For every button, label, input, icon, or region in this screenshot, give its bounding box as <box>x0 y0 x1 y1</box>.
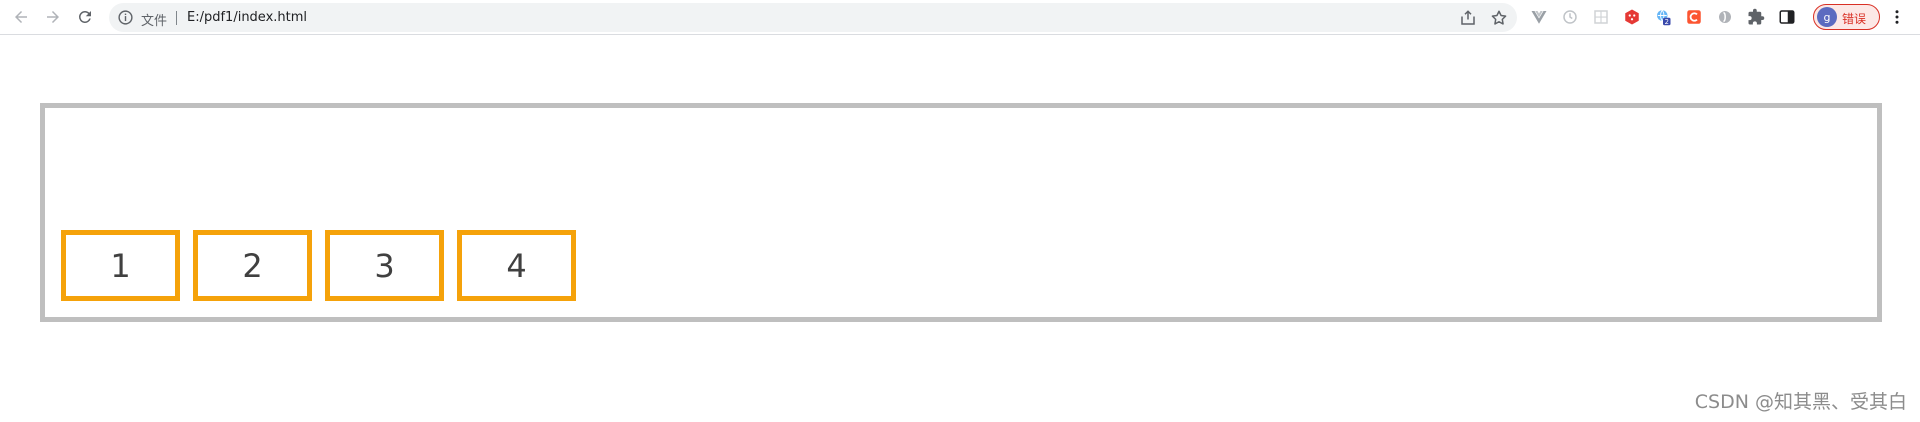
flex-container: 1 2 3 4 <box>40 103 1882 322</box>
avatar: g <box>1817 7 1837 27</box>
info-icon[interactable] <box>117 9 134 26</box>
forward-button[interactable] <box>40 4 66 30</box>
flex-item-2: 2 <box>193 230 312 301</box>
extension-badge-count: 2 <box>1665 18 1669 26</box>
csdn-logo-icon <box>1687 10 1701 24</box>
watermark-text: CSDN @知其黑、受其白 <box>1694 391 1907 413</box>
globe-icon: 2 <box>1657 9 1671 26</box>
profile-button[interactable]: g 错误 <box>1813 4 1880 30</box>
arrow-left-icon <box>15 11 27 23</box>
site-security-label[interactable]: 文件 <box>141 10 167 29</box>
dice-icon <box>1625 9 1639 25</box>
clock-icon <box>1563 10 1577 24</box>
address-bar[interactable]: 文件 E:/pdf1/index.html <box>109 3 1517 32</box>
privacy-extension[interactable] <box>1716 8 1734 26</box>
reload-icon <box>78 10 91 23</box>
flex-item-3: 3 <box>325 230 444 301</box>
extensions-button[interactable] <box>1747 8 1765 26</box>
translate-extension[interactable]: 2 <box>1654 8 1672 26</box>
address-separator <box>176 11 177 25</box>
arrow-right-icon <box>47 11 59 23</box>
timer-extension[interactable] <box>1561 8 1579 26</box>
browser-toolbar: 文件 E:/pdf1/index.html 2 g 错误 <box>0 0 1920 35</box>
puzzle-icon <box>1748 8 1765 25</box>
bookmark-star-icon[interactable] <box>1490 9 1508 27</box>
reload-button[interactable] <box>72 4 98 30</box>
flex-item-4: 4 <box>457 230 576 301</box>
share-icon[interactable] <box>1459 9 1477 27</box>
back-button[interactable] <box>8 4 34 30</box>
side-panel-icon <box>1779 10 1795 24</box>
side-panel-button[interactable] <box>1778 8 1796 26</box>
url-text[interactable]: E:/pdf1/index.html <box>187 10 307 25</box>
vue-devtools-extension[interactable] <box>1530 8 1548 26</box>
profile-status-label: 错误 <box>1842 12 1867 26</box>
csdn-extension[interactable] <box>1685 8 1703 26</box>
dice-extension[interactable] <box>1623 8 1641 26</box>
grid-icon <box>1594 10 1608 24</box>
flex-item-1: 1 <box>61 230 180 301</box>
shield-icon <box>1719 11 1731 23</box>
more-menu-icon[interactable] <box>1888 8 1906 26</box>
vue-icon <box>1531 11 1547 24</box>
grid-extension[interactable] <box>1592 8 1610 26</box>
